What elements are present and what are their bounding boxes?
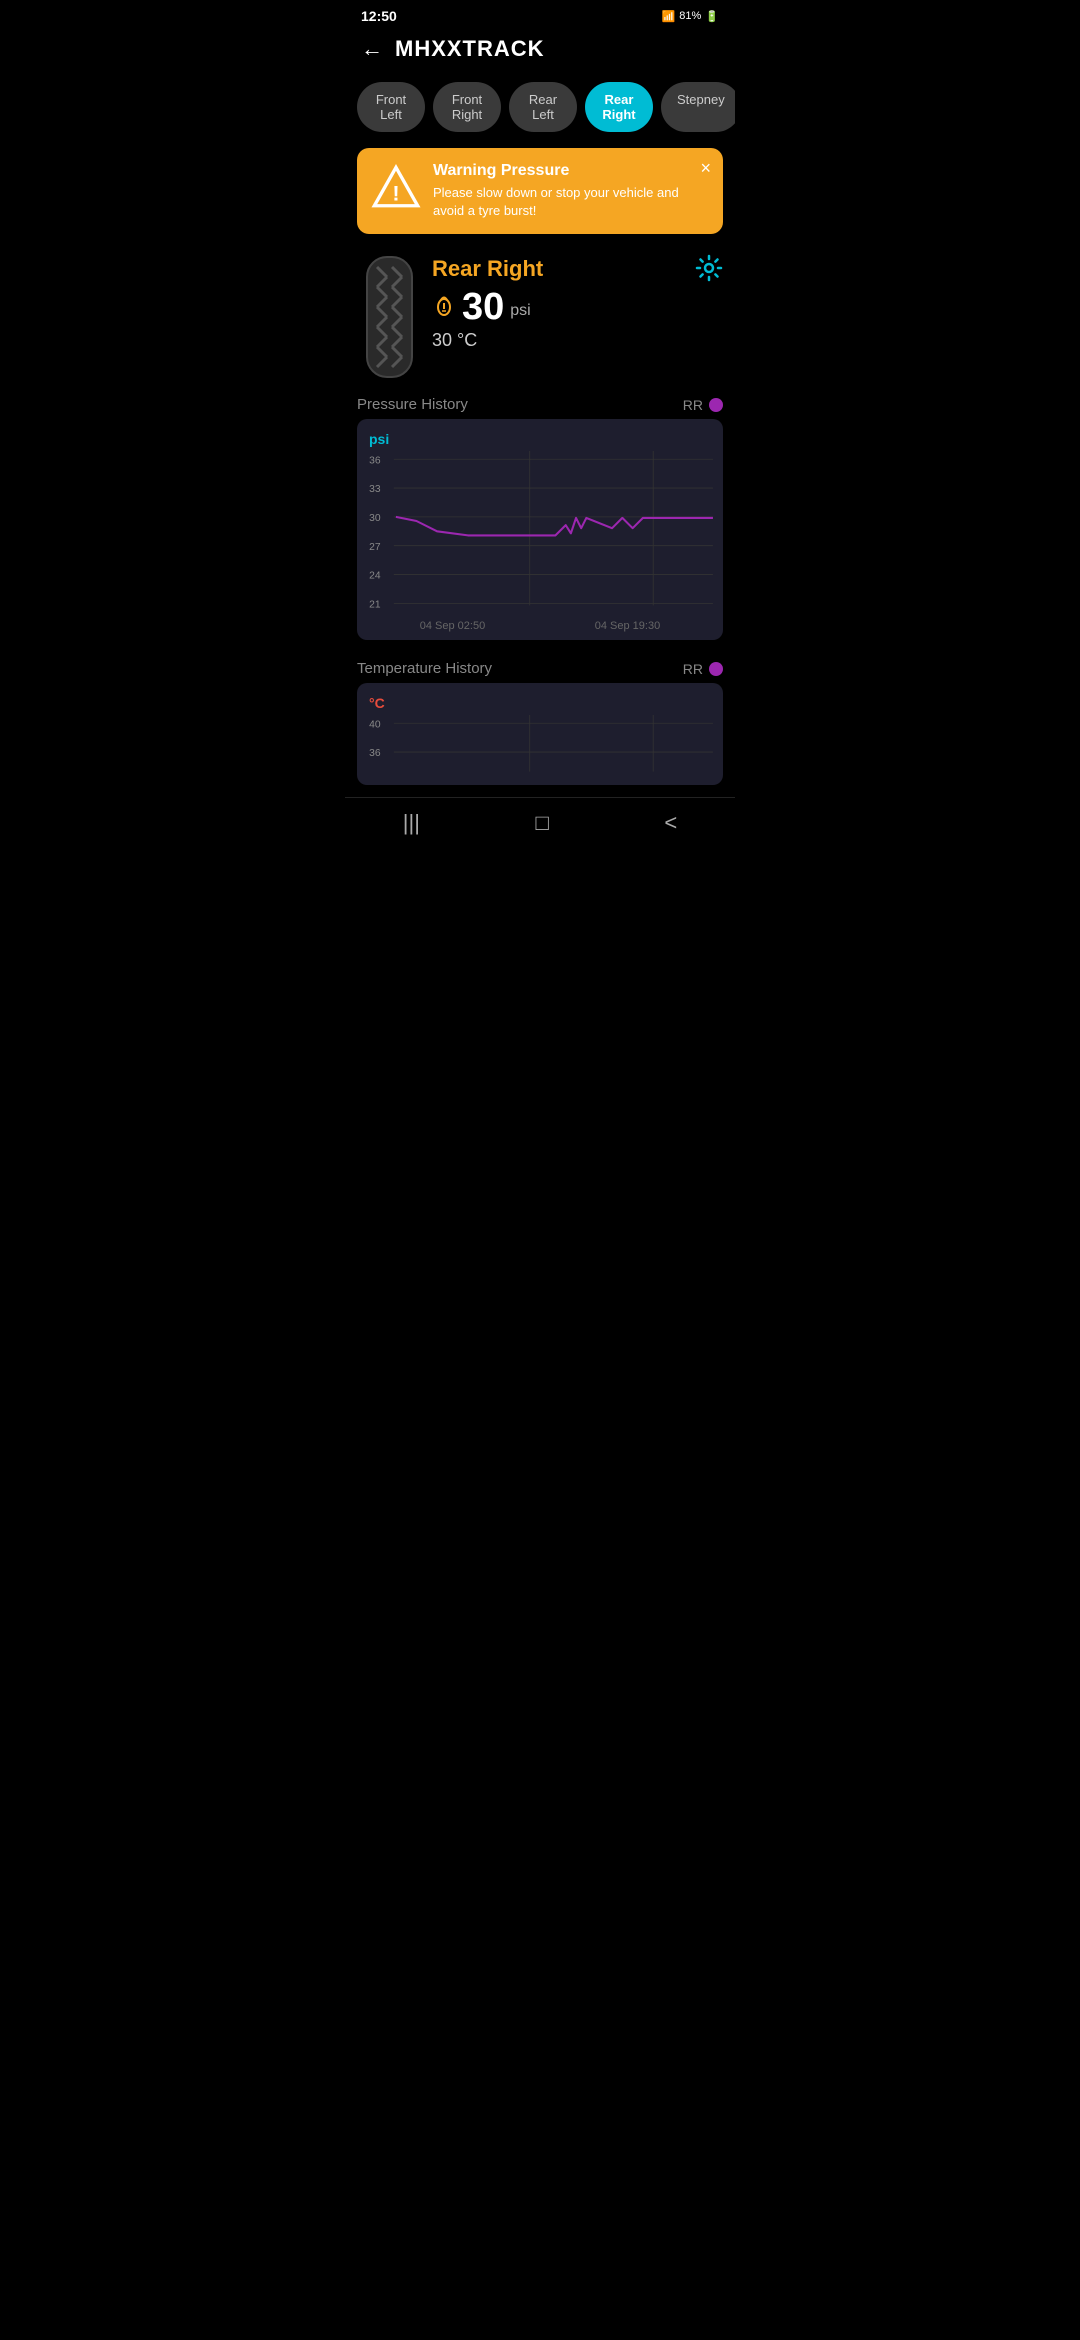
temperature-legend-dot xyxy=(709,662,723,676)
pressure-unit: psi xyxy=(510,302,530,320)
pressure-row: 30 psi xyxy=(432,288,723,326)
tab-front-right[interactable]: FrontRight xyxy=(433,82,501,132)
pressure-chart-svg: 36 33 30 27 24 21 xyxy=(365,451,715,616)
tab-front-left[interactable]: FrontLeft xyxy=(357,82,425,132)
warning-title: Warning Pressure xyxy=(433,162,709,180)
battery-text: 81% xyxy=(679,10,701,22)
temperature-chart-svg: 40 36 xyxy=(365,715,715,777)
tyre-image xyxy=(357,252,422,382)
tyre-data: Rear Right 30 psi 30 °C xyxy=(432,252,723,351)
temperature-value: 30 °C xyxy=(432,330,723,351)
temperature-legend-label: RR xyxy=(683,661,703,677)
svg-text:33: 33 xyxy=(369,485,381,496)
pressure-history-header: Pressure History RR xyxy=(345,388,735,419)
battery-icon: 🔋 xyxy=(705,10,719,23)
svg-text:27: 27 xyxy=(369,542,381,553)
pressure-chart: psi 36 33 30 27 24 21 04 Sep 02:50 xyxy=(357,419,723,640)
status-bar: 12:50 📶 81% 🔋 xyxy=(345,0,735,28)
timestamp-1: 04 Sep 02:50 xyxy=(420,620,485,632)
pressure-chart-unit: psi xyxy=(365,431,715,447)
temperature-chart: °C 40 36 xyxy=(357,683,723,785)
tab-rear-right[interactable]: RearRight xyxy=(585,82,653,132)
pressure-chart-area: 36 33 30 27 24 21 xyxy=(365,451,715,616)
pressure-value: 30 xyxy=(462,288,504,326)
back-nav-button[interactable]: < xyxy=(664,810,677,836)
status-icons: 📶 81% 🔋 xyxy=(662,10,719,23)
temperature-history-header: Temperature History RR xyxy=(345,652,735,683)
status-time: 12:50 xyxy=(361,8,397,24)
pressure-icon xyxy=(432,293,456,322)
warning-text: Warning Pressure Please slow down or sto… xyxy=(433,162,709,220)
svg-text:21: 21 xyxy=(369,600,381,611)
tyre-name: Rear Right xyxy=(432,256,723,282)
tab-bar: FrontLeft FrontRight RearLeft RearRight … xyxy=(345,74,735,144)
svg-text:24: 24 xyxy=(369,571,381,582)
tab-stepney[interactable]: Stepney xyxy=(661,82,735,132)
pressure-timestamps: 04 Sep 02:50 04 Sep 19:30 xyxy=(365,620,715,632)
home-button[interactable]: □ xyxy=(536,810,549,836)
warning-banner: ! Warning Pressure Please slow down or s… xyxy=(357,148,723,234)
signal-icon: 📶 xyxy=(662,10,676,23)
pressure-history-title: Pressure History xyxy=(357,396,468,413)
pressure-legend-label: RR xyxy=(683,397,703,413)
pressure-legend: RR xyxy=(683,397,723,413)
temperature-chart-area: 40 36 xyxy=(365,715,715,777)
temperature-history-title: Temperature History xyxy=(357,660,492,677)
warning-close-button[interactable]: × xyxy=(700,158,711,179)
temperature-chart-unit: °C xyxy=(365,695,715,711)
app-title: MHXXTRACK xyxy=(395,36,545,62)
warning-body: Please slow down or stop your vehicle an… xyxy=(433,184,709,220)
pressure-legend-dot xyxy=(709,398,723,412)
bottom-nav: ||| □ < xyxy=(345,797,735,852)
menu-button[interactable]: ||| xyxy=(403,810,420,836)
tab-rear-left[interactable]: RearLeft xyxy=(509,82,577,132)
temperature-legend: RR xyxy=(683,661,723,677)
timestamp-2: 04 Sep 19:30 xyxy=(595,620,660,632)
svg-text:36: 36 xyxy=(369,456,381,467)
header: ← MHXXTRACK xyxy=(345,28,735,74)
svg-text:36: 36 xyxy=(369,748,381,759)
settings-icon[interactable] xyxy=(695,254,723,289)
back-button[interactable]: ← xyxy=(361,36,383,62)
warning-icon: ! xyxy=(371,162,421,212)
svg-text:40: 40 xyxy=(369,719,381,730)
tyre-info-card: Rear Right 30 psi 30 °C xyxy=(345,242,735,388)
svg-text:!: ! xyxy=(392,181,399,206)
svg-text:30: 30 xyxy=(369,513,381,524)
